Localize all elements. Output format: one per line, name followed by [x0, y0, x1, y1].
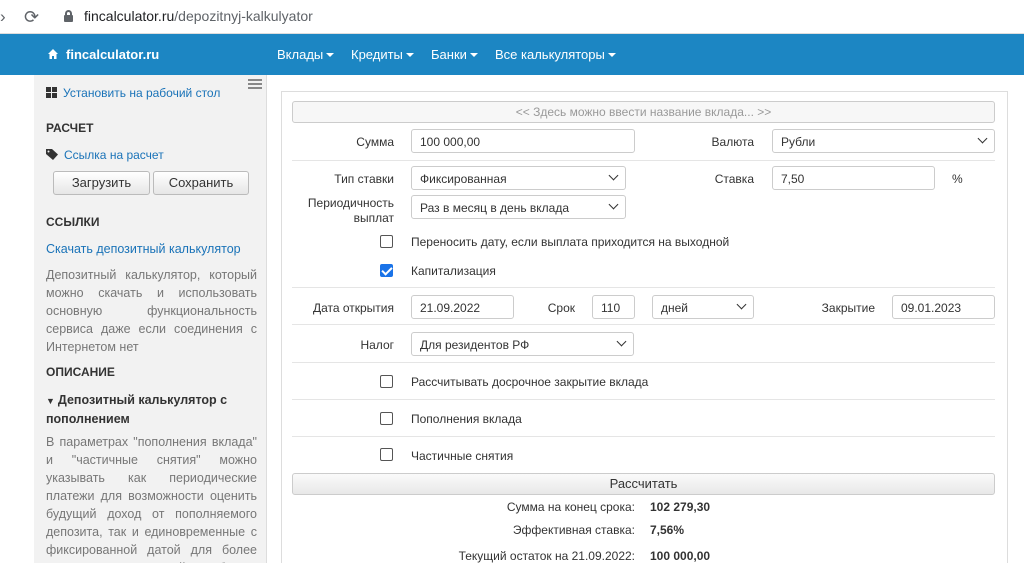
- download-description: Депозитный калькулятор, который можно ск…: [46, 268, 257, 354]
- tax-select[interactable]: Для резидентов РФ: [411, 332, 634, 356]
- early-close-checkbox[interactable]: [380, 375, 393, 388]
- periodicity-label-line2: выплат: [353, 211, 394, 225]
- tax-value: Для резидентов РФ: [420, 338, 530, 352]
- result-value: 7,56%: [650, 523, 685, 537]
- rate-type-value: Фиксированная: [420, 172, 507, 186]
- tag-icon: [46, 149, 58, 160]
- nav-item-label: Вклады: [277, 47, 324, 62]
- home-icon: [47, 48, 59, 60]
- periodicity-select[interactable]: Раз в месяц в день вклада: [411, 195, 626, 219]
- calculator-form: << Здесь можно ввести название вклада...…: [281, 91, 1008, 563]
- chevron-down-icon: [608, 170, 619, 181]
- menu-icon[interactable]: [248, 79, 262, 89]
- divider: [292, 399, 995, 400]
- description-title[interactable]: ▼ Депозитный калькулятор с пополнением: [46, 391, 246, 428]
- divider: [292, 436, 995, 437]
- brand-label: fincalculator.ru: [66, 47, 160, 62]
- url-host: fincalculator.ru: [84, 8, 175, 24]
- periodicity-value: Раз в месяц в день вклада: [420, 201, 570, 215]
- divider: [292, 160, 995, 161]
- rate-type-select[interactable]: Фиксированная: [411, 166, 626, 190]
- chevron-down-icon: [616, 336, 627, 347]
- result-label: Текущий остаток на 21.09.2022:: [458, 549, 635, 563]
- load-button[interactable]: Загрузить: [53, 171, 150, 195]
- replenish-checkbox[interactable]: [380, 412, 393, 425]
- term-input[interactable]: 110: [592, 295, 635, 319]
- top-navbar: fincalculator.ru Вклады Кредиты Банки Вс…: [0, 34, 1024, 75]
- amount-label: Сумма: [356, 135, 394, 149]
- install-label[interactable]: Установить на рабочий стол: [63, 86, 220, 100]
- move-date-checkbox[interactable]: [380, 235, 393, 248]
- calculate-button[interactable]: Рассчитать: [292, 473, 995, 495]
- early-close-label: Рассчитывать досрочное закрытие вклада: [411, 375, 649, 389]
- nav-item-label: Банки: [431, 47, 467, 62]
- rate-label: Ставка: [714, 172, 754, 186]
- rate-type-label: Тип ставки: [334, 172, 394, 186]
- caret-down-icon: [469, 53, 478, 57]
- browser-address-bar: › ⟳ fincalculator.ru/depozitnyj-kalkulya…: [0, 0, 1024, 34]
- nav-item-banks[interactable]: Банки: [431, 47, 478, 62]
- chevron-down-icon: [736, 299, 747, 310]
- caret-down-icon: [326, 53, 335, 57]
- rate-input[interactable]: 7,50: [772, 166, 935, 190]
- currency-value: Рубли: [781, 135, 816, 149]
- caret-down-icon: [405, 53, 414, 57]
- divider: [292, 324, 995, 325]
- open-date-input[interactable]: 21.09.2022: [411, 295, 514, 319]
- term-unit-select[interactable]: дней: [652, 295, 754, 319]
- close-date-label: Закрытие: [821, 301, 875, 315]
- url-path: /depozitnyj-kalkulyator: [174, 8, 313, 24]
- chevron-down-icon: [977, 133, 988, 144]
- result-value: 102 279,30: [650, 500, 711, 514]
- nav-item-credits[interactable]: Кредиты: [351, 47, 414, 62]
- capitalization-label: Капитализация: [411, 264, 496, 278]
- caret-down-icon: [607, 53, 616, 57]
- calc-link[interactable]: Ссылка на расчет: [46, 148, 164, 162]
- tax-label: Налог: [360, 338, 394, 352]
- divider: [292, 362, 995, 363]
- caret-down-icon: ▼: [46, 396, 55, 406]
- nav-item-label: Все калькуляторы: [495, 47, 605, 62]
- description-title-label: Депозитный калькулятор с пополнением: [46, 393, 228, 426]
- divider: [292, 287, 995, 288]
- replenish-label: Пополнения вклада: [411, 412, 522, 426]
- nav-item-deposits[interactable]: Вклады: [277, 47, 335, 62]
- download-calculator-link[interactable]: Скачать депозитный калькулятор: [46, 242, 241, 256]
- chevron-down-icon: [608, 199, 619, 210]
- reload-icon[interactable]: ⟳: [24, 8, 39, 26]
- currency-label: Валюта: [711, 135, 754, 149]
- currency-select[interactable]: Рубли: [772, 129, 995, 153]
- open-date-label: Дата открытия: [312, 301, 394, 315]
- install-link[interactable]: Установить на рабочий стол: [46, 86, 220, 100]
- lock-icon[interactable]: [64, 10, 73, 22]
- result-label: Сумма на конец срока:: [506, 500, 635, 514]
- section-calc-heading: РАСЧЕТ: [46, 121, 94, 135]
- term-label: Срок: [547, 301, 575, 315]
- windows-icon: [46, 87, 57, 98]
- amount-input[interactable]: 100 000,00: [411, 129, 635, 153]
- withdraw-checkbox[interactable]: [380, 448, 393, 461]
- nav-item-label: Кредиты: [351, 47, 403, 62]
- result-value: 100 000,00: [650, 549, 711, 563]
- section-description-heading: ОПИСАНИЕ: [46, 365, 115, 379]
- result-label: Эффективная ставка:: [512, 523, 635, 537]
- periodicity-label-line1: Периодичность: [307, 196, 394, 210]
- rate-unit: %: [952, 172, 963, 186]
- sidebar: Установить на рабочий стол РАСЧЕТ Ссылка…: [34, 75, 267, 563]
- move-date-label: Переносить дату, если выплата приходится…: [411, 235, 730, 249]
- section-links-heading: ССЫЛКИ: [46, 215, 100, 229]
- forward-arrow-icon[interactable]: ›: [0, 8, 6, 26]
- nav-item-all-calculators[interactable]: Все калькуляторы: [495, 47, 616, 62]
- close-date-input[interactable]: 09.01.2023: [892, 295, 995, 319]
- calc-link-label[interactable]: Ссылка на расчет: [64, 148, 164, 162]
- url-field[interactable]: fincalculator.ru/depozitnyj-kalkulyator: [84, 8, 313, 24]
- brand-link[interactable]: fincalculator.ru: [47, 47, 159, 62]
- term-unit-value: дней: [661, 301, 689, 315]
- withdraw-label: Частичные снятия: [411, 449, 514, 463]
- description-text: В параметрах "пополнения вклада" и "част…: [46, 435, 257, 563]
- capitalization-checkbox[interactable]: [380, 264, 393, 277]
- deposit-name-input[interactable]: << Здесь можно ввести название вклада...…: [292, 101, 995, 123]
- save-button[interactable]: Сохранить: [153, 171, 249, 195]
- periodicity-label: Периодичность выплат: [292, 196, 394, 226]
